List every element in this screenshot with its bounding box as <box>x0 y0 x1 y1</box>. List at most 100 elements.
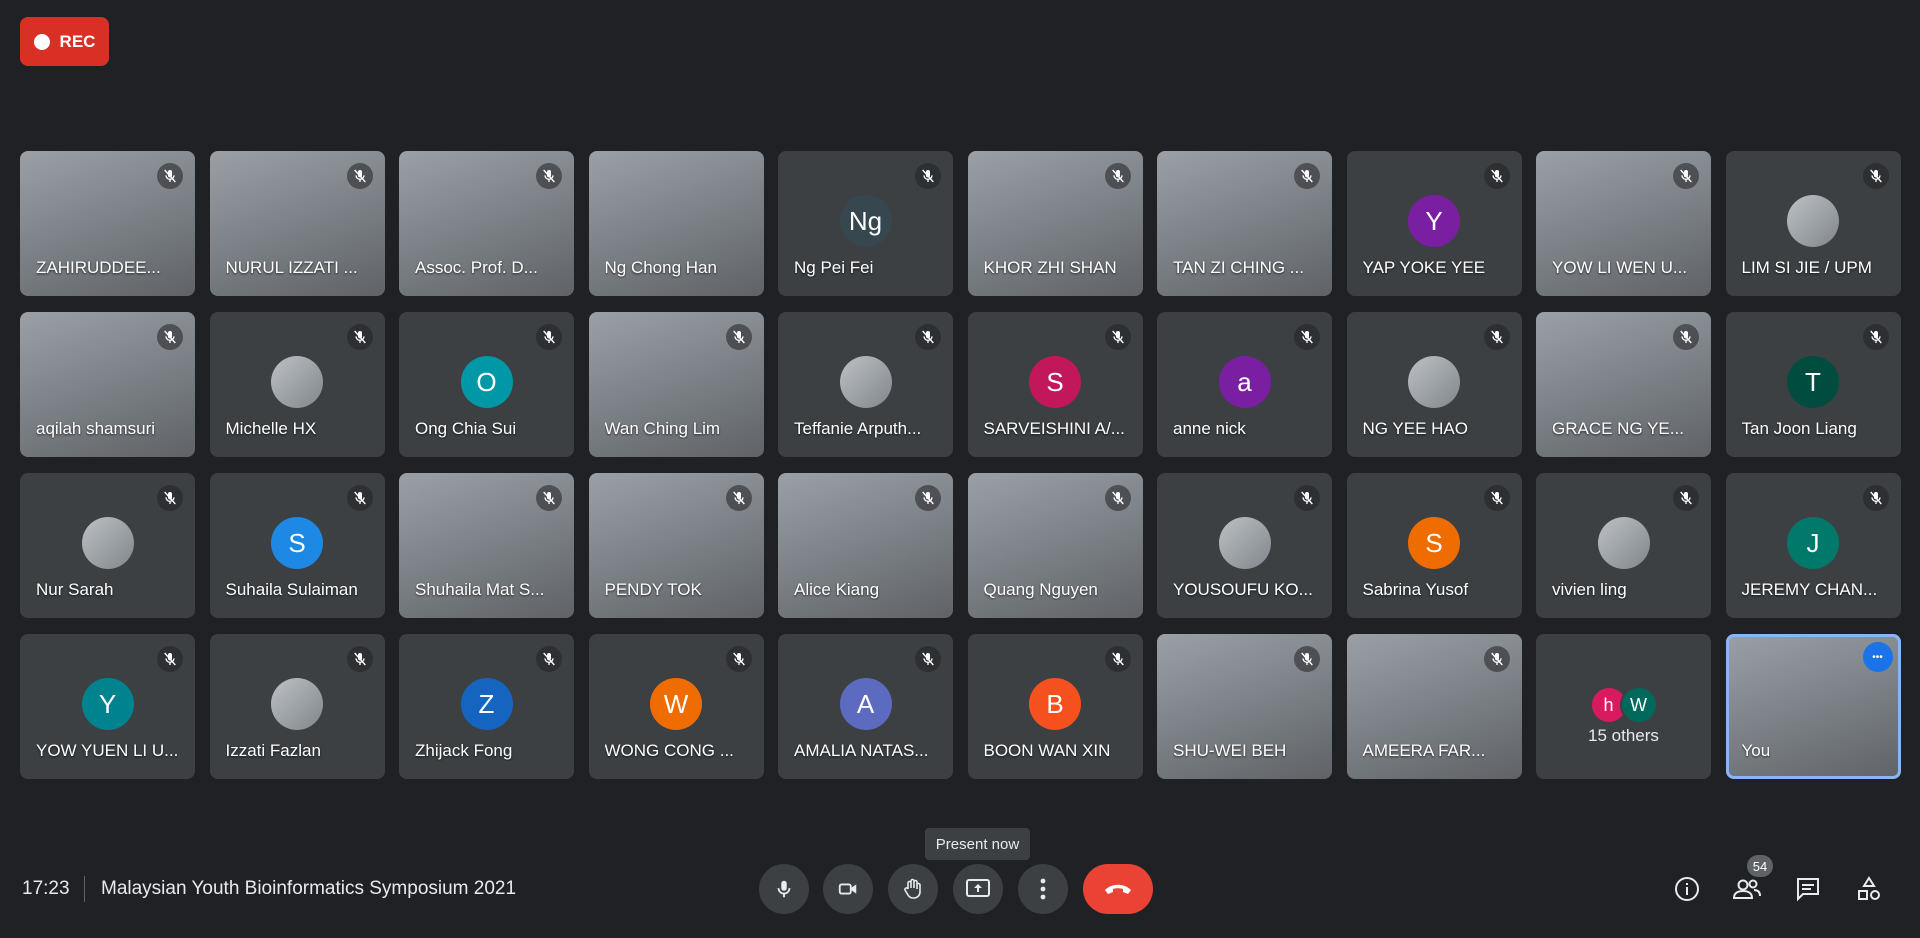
participant-tile[interactable]: J JEREMY CHAN... <box>1725 473 1901 618</box>
muted-indicator <box>915 163 941 189</box>
participant-tile[interactable]: aqilah shamsuri <box>20 312 195 457</box>
participant-tile[interactable]: Nur Sarah <box>20 473 195 618</box>
avatar: S <box>1408 517 1460 569</box>
raise-hand-icon <box>904 878 921 899</box>
participant-tile[interactable]: SHU-WEI BEH <box>1157 634 1332 779</box>
participant-tile[interactable]: Ng Chong Han <box>588 151 764 296</box>
participant-tile[interactable]: Assoc. Prof. D... <box>399 151 574 296</box>
avatar: S <box>1029 356 1081 408</box>
participant-tile[interactable]: YOW LI WEN U... <box>1536 151 1711 296</box>
muted-indicator <box>725 485 752 511</box>
people-button[interactable] <box>1730 872 1764 906</box>
muted-indicator <box>1294 324 1320 350</box>
participant-tile[interactable]: ZAHIRUDDEE... <box>20 151 195 296</box>
participant-tile[interactable]: a anne nick <box>1157 312 1332 457</box>
participant-tile[interactable]: A AMALIA NATAS... <box>778 634 953 779</box>
participant-tile[interactable]: S SARVEISHINI A/... <box>967 312 1143 457</box>
camera-button[interactable] <box>823 864 873 914</box>
participant-tile[interactable]: YOUSOUFU KO... <box>1157 473 1332 618</box>
mic-off-icon <box>1301 652 1313 666</box>
participant-tile[interactable]: B BOON WAN XIN <box>967 634 1143 779</box>
chat-button[interactable] <box>1791 872 1825 906</box>
participant-name: GRACE NG YE... <box>1552 419 1684 438</box>
participant-tile[interactable]: Ng Ng Pei Fei <box>778 151 953 296</box>
participant-tile[interactable]: TAN ZI CHING ... <box>1157 151 1332 296</box>
muted-indicator <box>725 324 752 350</box>
participant-tile[interactable]: NG YEE HAO <box>1346 312 1522 457</box>
participant-tile[interactable]: W WONG CONG ... <box>588 634 764 779</box>
participant-name: You <box>1741 741 1771 760</box>
mic-icon <box>777 880 791 898</box>
mic-off-icon <box>922 169 934 183</box>
participant-tile[interactable]: PENDY TOK <box>588 473 764 618</box>
muted-indicator <box>1483 163 1510 189</box>
avatar <box>1408 356 1460 408</box>
avatar: S <box>271 517 323 569</box>
participant-tile[interactable]: GRACE NG YE... <box>1536 312 1711 457</box>
participant-tile[interactable]: Z Zhijack Fong <box>399 634 574 779</box>
end-call-button[interactable] <box>1083 864 1153 914</box>
participant-tile[interactable]: Wan Ching Lim <box>588 312 764 457</box>
participant-tile[interactable]: Izzati Fazlan <box>209 634 385 779</box>
info-button[interactable] <box>1670 872 1704 906</box>
avatar <box>1787 195 1839 247</box>
avatar: J <box>1787 517 1839 569</box>
people-icon <box>1732 879 1761 899</box>
participant-tile[interactable]: Alice Kiang <box>778 473 953 618</box>
participant-name: YOW YUEN LI U... <box>36 741 179 760</box>
mic-off-icon <box>922 330 934 344</box>
mic-off-icon <box>164 491 176 505</box>
participant-tile[interactable]: vivien ling <box>1536 473 1711 618</box>
participant-grid: ZAHIRUDDEE... NURUL IZZATI ... Assoc. Prof… <box>20 151 1901 779</box>
raise-hand-button[interactable] <box>888 864 938 914</box>
participant-tile[interactable]: Y YAP YOKE YEE <box>1346 151 1522 296</box>
others-tile[interactable]: h W 15 others <box>1536 634 1711 779</box>
muted-indicator <box>536 163 562 189</box>
participant-tile[interactable]: S Sabrina Yusof <box>1346 473 1522 618</box>
mic-off-icon <box>1869 491 1882 505</box>
participant-tile[interactable]: AMEERA FAR... <box>1346 634 1522 779</box>
camera-icon <box>838 883 857 895</box>
mic-off-icon <box>1111 652 1124 666</box>
muted-indicator <box>1673 163 1699 189</box>
participant-name: LIM SI JIE / UPM <box>1741 258 1872 277</box>
mic-off-icon <box>543 652 555 666</box>
self-tile[interactable]: ••• You <box>1725 634 1901 779</box>
participant-tile[interactable]: Y YOW YUEN LI U... <box>20 634 195 779</box>
avatar <box>1597 517 1650 569</box>
muted-indicator <box>1483 324 1510 350</box>
muted-indicator <box>1483 485 1510 511</box>
participant-tile[interactable]: O Ong Chia Sui <box>399 312 574 457</box>
participant-tile[interactable]: T Tan Joon Liang <box>1725 312 1901 457</box>
mic-off-icon <box>1111 330 1124 344</box>
participant-name: Teffanie Arputh... <box>794 419 922 438</box>
more-options-icon[interactable]: ••• <box>1862 642 1893 672</box>
mic-off-icon <box>1490 491 1503 505</box>
muted-indicator <box>536 646 562 672</box>
participant-tile[interactable]: LIM SI JIE / UPM <box>1725 151 1901 296</box>
participant-tile[interactable]: S Suhaila Sulaiman <box>209 473 385 618</box>
participant-name: Alice Kiang <box>794 580 880 599</box>
more-options-button[interactable] <box>1018 864 1068 914</box>
participant-tile[interactable]: NURUL IZZATI ... <box>209 151 385 296</box>
mic-off-icon <box>922 491 934 505</box>
participant-tile[interactable]: Michelle HX <box>209 312 385 457</box>
mic-off-icon <box>1301 330 1313 344</box>
mic-off-icon <box>1680 491 1692 505</box>
present-button[interactable] <box>953 864 1003 914</box>
participant-tile[interactable]: Teffanie Arputh... <box>778 312 953 457</box>
participant-tile[interactable]: Quang Nguyen <box>967 473 1143 618</box>
muted-indicator <box>1673 485 1699 511</box>
participant-tile[interactable]: Shuhaila Mat S... <box>399 473 574 618</box>
mic-off-icon <box>543 169 555 183</box>
participant-name: WONG CONG ... <box>604 741 734 760</box>
mic-button[interactable] <box>759 864 809 914</box>
muted-indicator <box>1294 485 1320 511</box>
avatar: Z <box>460 678 513 730</box>
activities-button[interactable] <box>1852 872 1886 906</box>
more-options-icon <box>1040 878 1046 900</box>
participant-name: AMEERA FAR... <box>1362 741 1486 760</box>
participant-tile[interactable]: KHOR ZHI SHAN <box>967 151 1143 296</box>
muted-indicator <box>1862 324 1889 350</box>
muted-indicator <box>1294 163 1320 189</box>
